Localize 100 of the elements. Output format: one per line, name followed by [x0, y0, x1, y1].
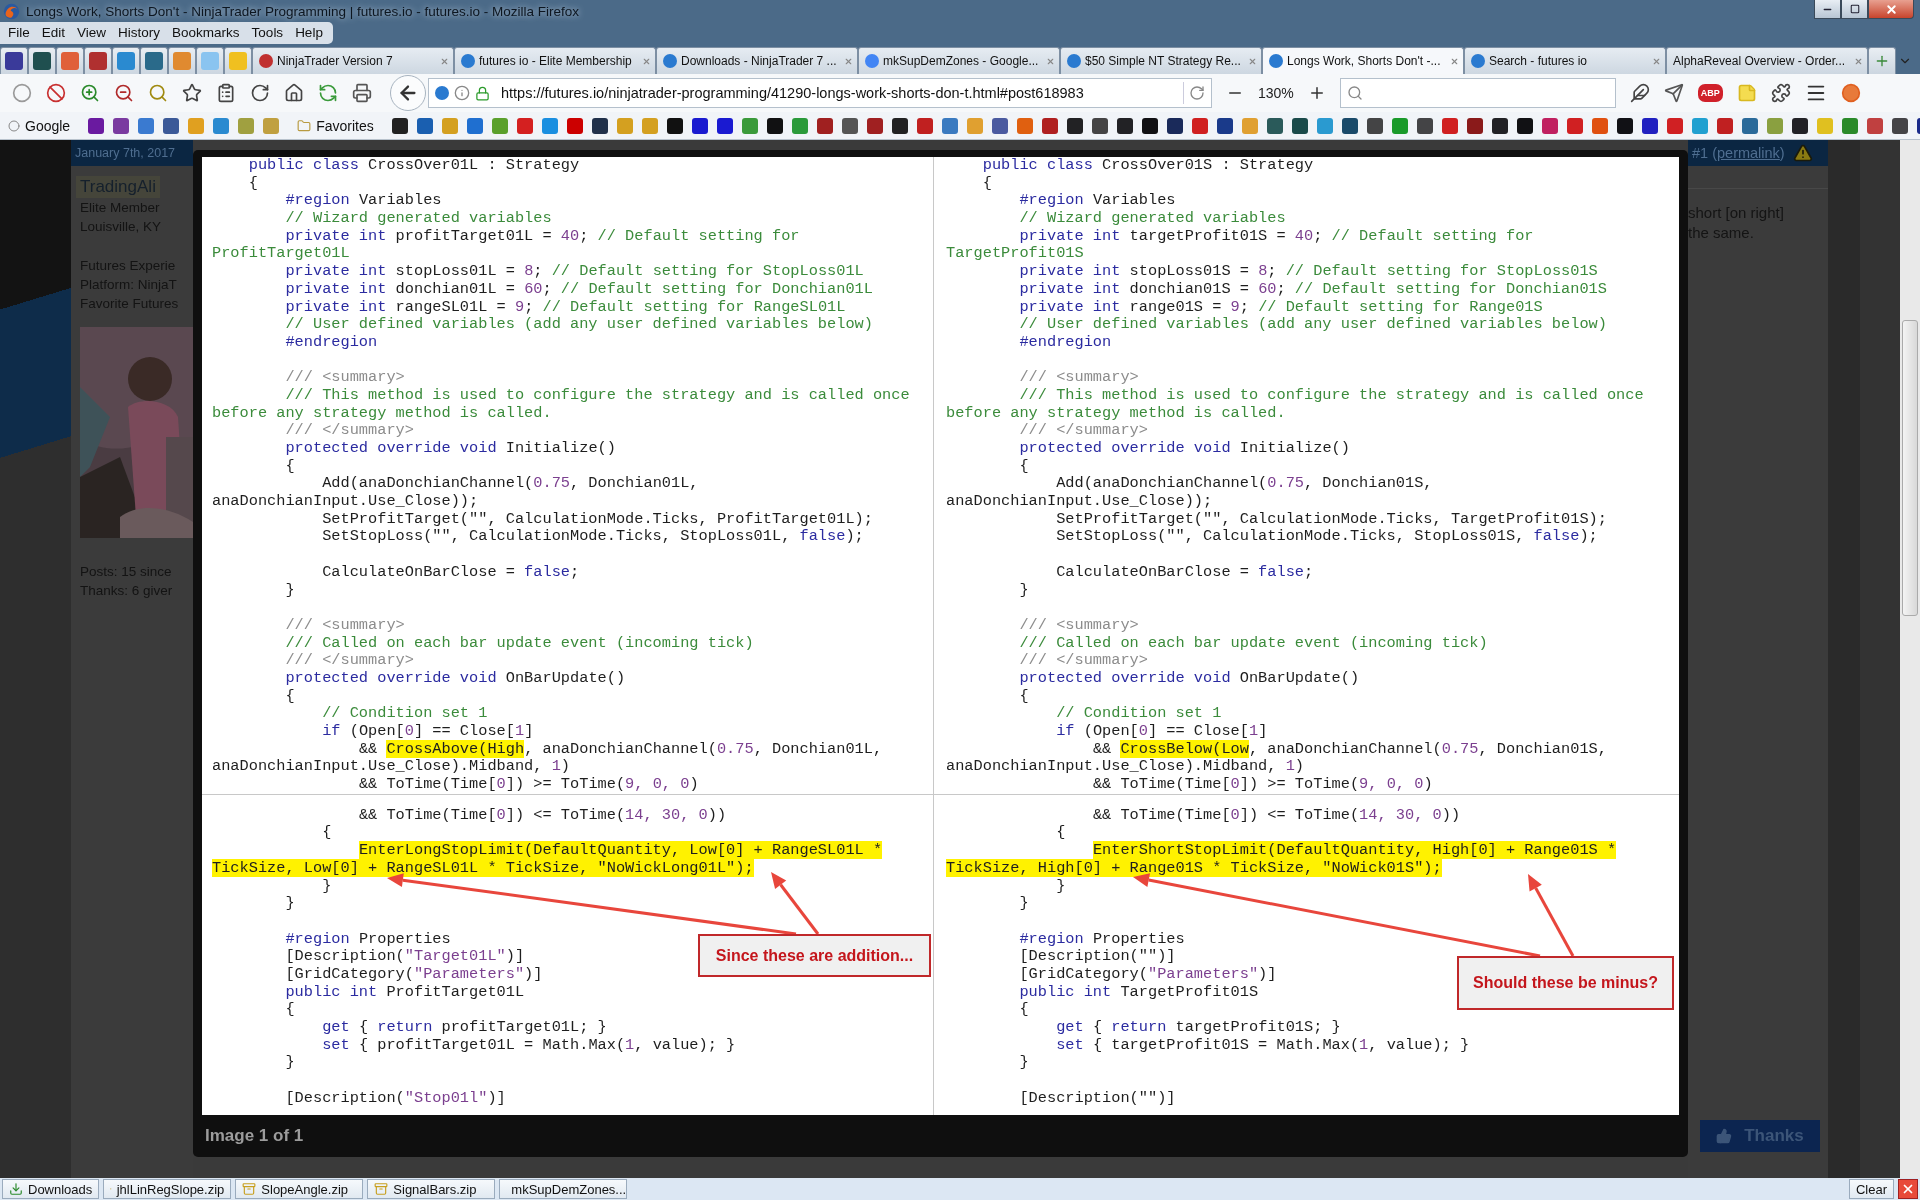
site-icon[interactable]: [1466, 117, 1483, 134]
site-icon[interactable]: [1616, 117, 1633, 134]
reload-icon[interactable]: [250, 83, 270, 103]
close-button[interactable]: [1868, 0, 1914, 19]
zoom-reading[interactable]: 130%: [1258, 85, 1294, 101]
close-icon[interactable]: [844, 56, 853, 66]
pinned-tab[interactable]: [84, 47, 112, 74]
site-icon[interactable]: [691, 117, 708, 134]
close-icon[interactable]: [642, 56, 651, 66]
clear-button[interactable]: Clear: [1848, 1179, 1894, 1199]
minimize-button[interactable]: [1814, 0, 1841, 19]
site-icon[interactable]: [841, 117, 858, 134]
pinned-tab[interactable]: [140, 47, 168, 74]
address-field[interactable]: https://futures.io/ninjatrader-programming/41290-longs-work-shorts-don-t.html#post618983: [428, 78, 1212, 108]
zoom-out-icon[interactable]: [114, 83, 134, 103]
puzzle-icon[interactable]: [1770, 83, 1791, 103]
site-icon[interactable]: [1491, 117, 1508, 134]
back-button[interactable]: [390, 75, 426, 111]
search-field[interactable]: [1339, 78, 1616, 108]
menu-item[interactable]: History: [112, 22, 167, 44]
site-icon[interactable]: [1116, 117, 1133, 134]
tab-title: Search - futures io: [1489, 54, 1589, 68]
close-icon[interactable]: [1450, 56, 1459, 66]
feather-icon[interactable]: [1629, 83, 1650, 103]
menu-item[interactable]: Help: [289, 22, 329, 44]
site-icon[interactable]: [113, 117, 130, 134]
site-icon[interactable]: [1791, 117, 1808, 134]
site-icon[interactable]: [1366, 117, 1383, 134]
site-icon[interactable]: [1891, 117, 1908, 134]
site-icon[interactable]: [1066, 117, 1083, 134]
lock-icon[interactable]: [475, 85, 490, 101]
site-icon[interactable]: [866, 117, 883, 134]
pinned-tab[interactable]: [0, 47, 28, 74]
site-icon[interactable]: [1641, 117, 1658, 134]
site-icon[interactable]: [1091, 117, 1108, 134]
zoom-in-icon[interactable]: [80, 83, 100, 103]
close-icon[interactable]: [1046, 56, 1055, 66]
bookmark-folder[interactable]: Favorites: [297, 117, 374, 134]
close-icon[interactable]: [1854, 56, 1863, 66]
site-icon[interactable]: [591, 117, 608, 134]
close-button[interactable]: [1898, 1179, 1918, 1199]
download-item[interactable]: jhlLinRegSlope.zip: [103, 1179, 232, 1199]
browser-tab[interactable]: mkSupDemZones - Google...: [858, 47, 1060, 74]
code-line: }: [1018, 581, 1029, 600]
scroll-thumb[interactable]: [1902, 320, 1918, 616]
list-icon[interactable]: [216, 83, 236, 103]
browser-tab[interactable]: $50 Simple NT Strategy Re...: [1060, 47, 1262, 74]
adblock-icon[interactable]: ABP: [1697, 84, 1723, 102]
site-icon[interactable]: [666, 117, 683, 134]
site-icon[interactable]: [1041, 117, 1058, 134]
site-icon[interactable]: [1416, 117, 1433, 134]
site-icon[interactable]: [1141, 117, 1158, 134]
site-icon[interactable]: [1266, 117, 1283, 134]
home-icon[interactable]: [284, 83, 304, 103]
menu-item[interactable]: File: [2, 22, 36, 44]
download-item[interactable]: SlopeAngle.zip: [235, 1179, 364, 1199]
magnifier-icon[interactable]: [148, 83, 168, 103]
printer-icon[interactable]: [352, 83, 372, 103]
bookmark-link[interactable]: Google: [8, 117, 71, 134]
circle-icon[interactable]: [1840, 83, 1861, 103]
menu-item[interactable]: Bookmarks: [166, 22, 246, 44]
circle-icon[interactable]: [12, 83, 32, 103]
menu-item[interactable]: View: [71, 22, 113, 44]
maximize-button[interactable]: [1841, 0, 1868, 19]
site-icon[interactable]: [1166, 117, 1183, 134]
code-line: protected override void Initialize(): [284, 440, 616, 458]
browser-tab[interactable]: Search - futures io: [1464, 47, 1666, 74]
close-icon[interactable]: [1652, 56, 1661, 66]
browser-tab[interactable]: NinjaTrader Version 7: [252, 47, 454, 74]
refresh-icon[interactable]: [318, 83, 338, 103]
site-icon[interactable]: [391, 117, 408, 134]
code-line: /// <summary>: [1018, 616, 1139, 635]
warning-icon[interactable]: [1792, 143, 1813, 163]
info-icon[interactable]: [454, 85, 470, 101]
download-item[interactable]: mkSupDemZones...: [499, 1179, 628, 1199]
new-tab-button[interactable]: [1868, 47, 1896, 74]
site-icon[interactable]: [766, 117, 783, 134]
site-icon[interactable]: [1291, 117, 1308, 134]
prohibited-icon[interactable]: [46, 83, 66, 103]
menu-item[interactable]: Tools: [245, 22, 290, 44]
site-icon[interactable]: [816, 117, 833, 134]
site-icon[interactable]: [1341, 117, 1358, 134]
download-item[interactable]: SignalBars.zip: [367, 1179, 496, 1199]
close-icon[interactable]: [1248, 56, 1257, 66]
site-icon[interactable]: [88, 117, 105, 134]
site-icon[interactable]: [163, 117, 180, 134]
send-icon[interactable]: [1663, 83, 1684, 103]
site-icon[interactable]: [1216, 117, 1233, 134]
site-icon[interactable]: [891, 117, 908, 134]
site-icon[interactable]: [716, 117, 733, 134]
star-icon[interactable]: [182, 83, 202, 103]
pinned-tab[interactable]: [28, 47, 56, 74]
browser-tab[interactable]: AlphaReveal Overview - Order...: [1666, 47, 1868, 74]
browser-tab[interactable]: Longs Work, Shorts Don't -...: [1262, 47, 1464, 74]
close-icon[interactable]: [440, 56, 449, 66]
downloads-button[interactable]: Downloads: [2, 1179, 100, 1199]
browser-tab[interactable]: futures io - Elite Membership: [454, 47, 656, 74]
site-icon[interactable]: [1516, 117, 1533, 134]
browser-tab[interactable]: Downloads - NinjaTrader 7 ...: [656, 47, 858, 74]
menu-item[interactable]: Edit: [35, 22, 72, 44]
